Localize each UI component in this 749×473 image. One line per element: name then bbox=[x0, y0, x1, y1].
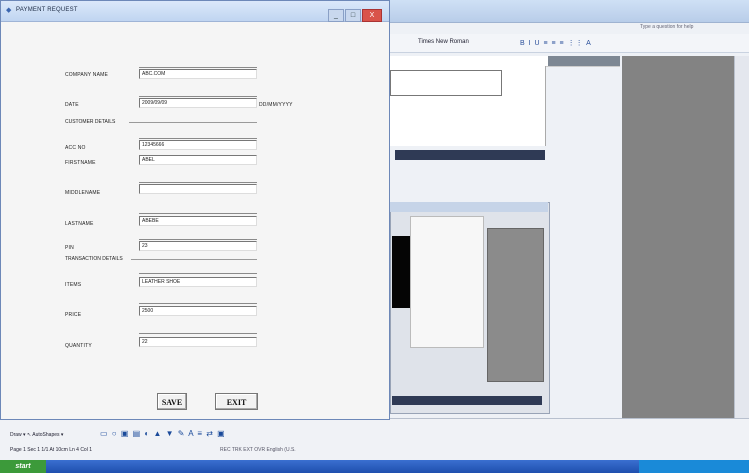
middle-name-line bbox=[139, 182, 257, 183]
draw-menu[interactable]: Draw ▾ ↖ AutoShapes ▾ bbox=[10, 432, 63, 438]
first-name-field[interactable]: ABEL bbox=[139, 155, 257, 165]
date-label: DATE bbox=[65, 102, 79, 108]
dialog-title: PAYMENT REQUEST bbox=[16, 7, 78, 13]
items-field[interactable]: LEATHER SHOE bbox=[139, 277, 257, 287]
transaction-details-heading: TRANSACTION DETAILS bbox=[65, 256, 123, 262]
bottom-toolbar-area bbox=[0, 418, 749, 461]
ruler-margin bbox=[548, 56, 620, 66]
pin-label: PIN bbox=[65, 245, 74, 251]
document-gray-margin bbox=[622, 56, 734, 418]
quantity-line bbox=[139, 333, 257, 334]
embedded-screenshot-taskbar-2 bbox=[392, 396, 542, 405]
price-label: PRICE bbox=[65, 312, 82, 318]
last-name-label: LASTNAME bbox=[65, 221, 94, 227]
embedded-screenshot-gray-area bbox=[487, 228, 544, 382]
maximize-button[interactable]: □ bbox=[345, 9, 361, 22]
price-line bbox=[139, 303, 257, 304]
acc-no-line bbox=[139, 138, 257, 139]
payment-request-dialog: ◆ PAYMENT REQUEST _ □ X COMPANY NAME ABC.C… bbox=[0, 0, 390, 420]
status-bar-left: Page 1 Sec 1 1/1 At 10cm Ln 4 Col 1 bbox=[10, 447, 92, 453]
start-button[interactable]: start bbox=[0, 460, 46, 473]
items-line bbox=[139, 273, 257, 274]
middle-name-field[interactable] bbox=[139, 184, 257, 194]
company-name-field[interactable]: ABC.COM bbox=[139, 69, 257, 79]
last-name-field[interactable]: ABEBE bbox=[139, 216, 257, 226]
date-format-hint: DD/MM/YYYY bbox=[259, 102, 293, 108]
embedded-screenshot-panel bbox=[410, 216, 484, 348]
dialog-titlebar[interactable]: ◆ PAYMENT REQUEST _ □ X bbox=[1, 1, 389, 22]
system-tray bbox=[639, 460, 749, 473]
save-button[interactable]: SAVE bbox=[157, 393, 187, 410]
close-button[interactable]: X bbox=[362, 9, 382, 22]
acc-no-label: ACC NO bbox=[65, 145, 86, 151]
embedded-screenshot-taskbar bbox=[395, 150, 545, 160]
vertical-scrollbar[interactable] bbox=[734, 56, 749, 418]
acc-no-field[interactable]: 12345666 bbox=[139, 140, 257, 150]
price-field[interactable]: 2500 bbox=[139, 306, 257, 316]
formatting-icons[interactable]: B I U ≡ ≡ ≡ ⋮⋮ A bbox=[520, 39, 592, 47]
transaction-details-divider bbox=[131, 259, 257, 260]
middle-name-label: MIDDLENAME bbox=[65, 190, 101, 196]
date-field[interactable]: 2009/09/09 bbox=[139, 98, 257, 108]
last-name-line bbox=[139, 213, 257, 214]
drawing-tools-icons[interactable]: ▭ ○ ▣ ▤ ◐ ▲ ▼ ✎ A ≡ ⇄ ▣ bbox=[100, 429, 226, 438]
company-name-line bbox=[139, 67, 257, 68]
font-selector[interactable]: Times New Roman bbox=[418, 39, 469, 45]
items-label: ITEMS bbox=[65, 282, 82, 288]
document-textbox bbox=[390, 70, 502, 96]
embedded-screenshot-titlebar bbox=[390, 202, 548, 212]
windows-taskbar bbox=[0, 460, 749, 473]
help-box[interactable]: Type a question for help bbox=[640, 24, 693, 30]
background-titlebar bbox=[390, 0, 749, 23]
customer-details-divider bbox=[129, 122, 257, 123]
exit-button[interactable]: EXIT bbox=[215, 393, 258, 410]
customer-details-heading: CUSTOMER DETAILS bbox=[65, 119, 116, 125]
company-name-label: COMPANY NAME bbox=[65, 72, 109, 78]
status-bar-right: REC TRK EXT OVR English (U.S. bbox=[220, 447, 296, 453]
app-icon: ◆ bbox=[6, 7, 12, 14]
date-line bbox=[139, 96, 257, 97]
quantity-field[interactable]: 22 bbox=[139, 337, 257, 347]
pin-field[interactable]: 23 bbox=[139, 241, 257, 251]
minimize-button[interactable]: _ bbox=[328, 9, 344, 22]
embedded-screenshot-black-area bbox=[392, 236, 410, 308]
first-name-label: FIRSTNAME bbox=[65, 160, 96, 166]
pin-line bbox=[139, 239, 257, 240]
quantity-label: QUANTITY bbox=[65, 343, 92, 349]
